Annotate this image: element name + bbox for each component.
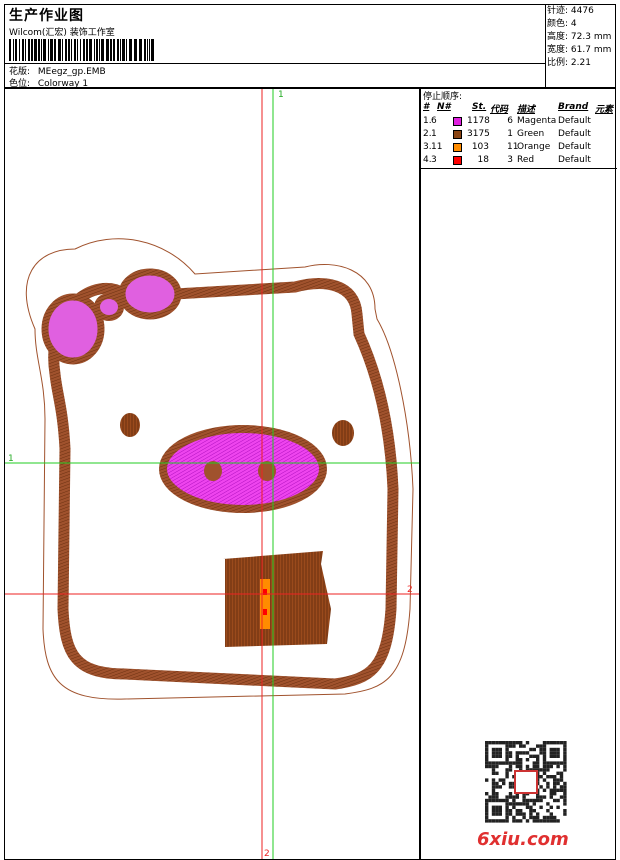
cell-desc: Red (517, 155, 535, 165)
stat-colors: 颜色: 4 (547, 18, 611, 31)
company-name: Wilcom(汇宏) 装饰工作室 (9, 28, 115, 38)
marker-v1: 1 (278, 90, 284, 100)
header-left: 生产作业图 Wilcom(汇宏) 装饰工作室 花版: MEegz_gp.EMB … (5, 5, 546, 89)
table-row[interactable]: 4. 3 18 3 Red Default (423, 155, 615, 168)
cell-stitches: 3175 (467, 129, 490, 139)
cell-desc: Magenta (517, 116, 557, 126)
col-brand: Brand (558, 102, 589, 112)
marker-v2: 2 (264, 849, 270, 859)
cell-needle: 1 (431, 129, 437, 139)
cell-brand: Default (558, 142, 591, 152)
color-swatch (453, 156, 462, 165)
marker-h1: 1 (8, 454, 14, 464)
color-swatch (453, 143, 462, 152)
cell-needle: 3 (431, 155, 437, 165)
cell-brand: Default (558, 129, 591, 139)
col-needle: N# (437, 102, 451, 112)
stat-width: 宽度: 61.7 mm (547, 44, 611, 57)
cell-brand: Default (558, 155, 591, 165)
cell-needle: 6 (431, 116, 437, 126)
cell-code: 6 (507, 116, 513, 126)
watermark: 6xiu.com (477, 829, 569, 850)
cell-stitches: 1178 (467, 116, 490, 126)
panel-title: 停止顺序: (423, 92, 463, 102)
stop-sequence-panel: 停止顺序: # N# St. 代码 描述 Brand 元素 1. 6 1178 6 Ma… (420, 88, 617, 860)
cell-stitches: 103 (471, 142, 489, 152)
barcode (9, 39, 154, 61)
cell-desc: Orange (517, 142, 551, 152)
cell-desc: Green (517, 129, 545, 139)
nose (159, 425, 327, 513)
cell-stitches: 18 (477, 155, 489, 165)
table-header: # N# St. 代码 描述 Brand 元素 (423, 102, 615, 115)
table-row[interactable]: 1. 6 1178 6 Magenta Default (423, 116, 615, 129)
col-desc: 描述 (517, 105, 536, 115)
stat-colors-label: 颜色: (547, 19, 569, 29)
marker-h2: 2 (407, 585, 413, 595)
color-swatch (453, 117, 462, 126)
col-code: 代码 (490, 105, 509, 115)
stat-width-label: 宽度: (547, 45, 569, 55)
stats-block: 针迹: 4476 颜色: 4 高度: 72.3 mm 宽度: 61.7 mm 比… (547, 5, 611, 70)
col-element: 元素 (595, 105, 614, 115)
design-canvas[interactable]: 1 1 2 2 (4, 88, 420, 860)
stat-height-value: 72.3 mm (570, 32, 612, 42)
stat-height: 高度: 72.3 mm (547, 31, 611, 44)
cell-code: 11 (507, 142, 519, 152)
stat-stitches-label: 针迹: (547, 6, 569, 16)
stat-scale-label: 比例: (547, 58, 569, 68)
table-row[interactable]: 2. 1 3175 1 Green Default (423, 129, 615, 142)
qr-code[interactable] (485, 741, 567, 823)
page-title: 生产作业图 (9, 8, 84, 24)
mouth-patch (223, 551, 331, 647)
cell-brand: Default (558, 116, 591, 126)
stat-colors-value: 4 (570, 19, 577, 29)
table-row[interactable]: 3. 11 103 11 Orange Default (423, 142, 615, 155)
header: 生产作业图 Wilcom(汇宏) 装饰工作室 花版: MEegz_gp.EMB … (4, 4, 616, 89)
stat-scale-value: 2.21 (570, 58, 591, 68)
stat-height-label: 高度: (547, 32, 569, 42)
left-eye (120, 413, 140, 437)
stat-scale: 比例: 2.21 (547, 57, 611, 70)
embroidery-preview: 1 1 2 2 (5, 89, 419, 859)
cell-needle: 11 (431, 142, 443, 152)
panel-divider (421, 168, 617, 169)
cell-code: 3 (507, 155, 513, 165)
stat-stitches: 针迹: 4476 (547, 5, 611, 18)
cell-code: 1 (507, 129, 513, 139)
stat-stitches-value: 4476 (570, 6, 594, 16)
stat-width-value: 61.7 mm (570, 45, 612, 55)
right-eye (332, 420, 354, 446)
col-idx: # (423, 102, 430, 112)
col-stitches: St. (472, 102, 487, 112)
color-swatch (453, 130, 462, 139)
